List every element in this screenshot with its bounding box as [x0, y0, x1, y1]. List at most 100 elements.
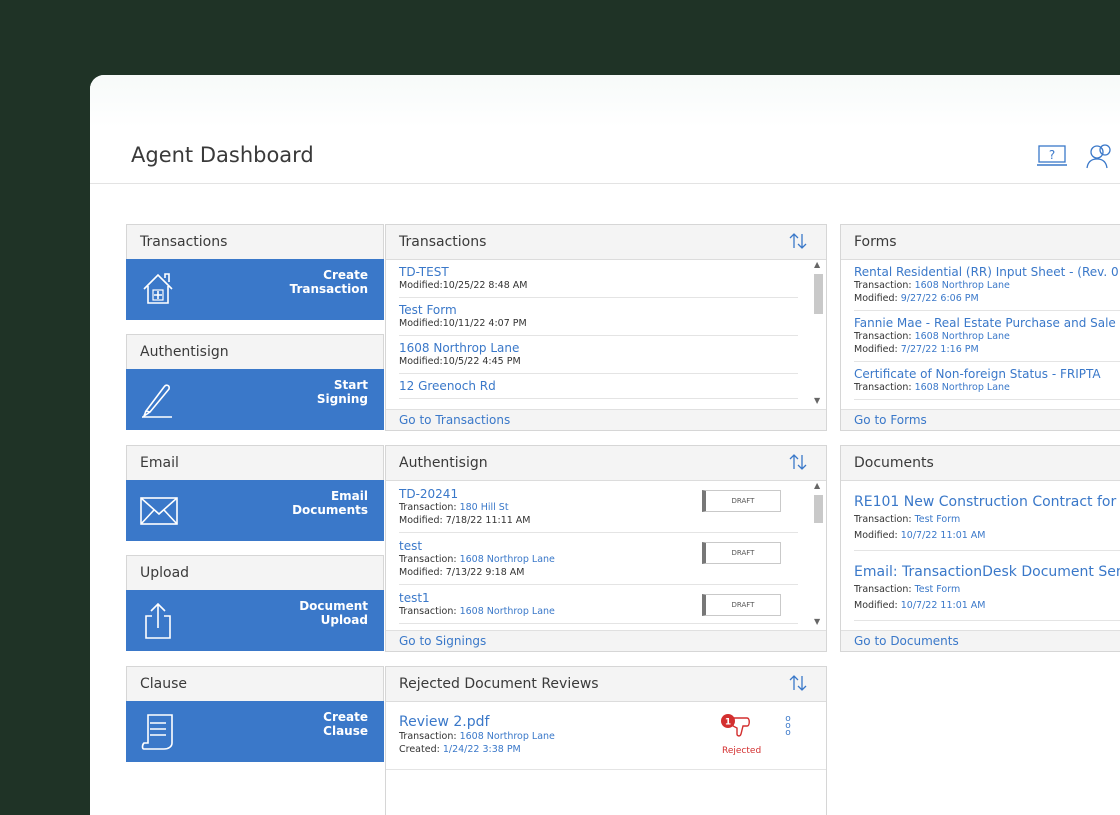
- document-name[interactable]: Email: TransactionDesk Document Sent: [854, 564, 1120, 580]
- action-button-transactions[interactable]: Create Transaction: [126, 259, 384, 320]
- go-to-forms-link[interactable]: Go to Forms: [854, 413, 927, 427]
- signing-item[interactable]: test Transaction: 1608 Northrop Lane Modif…: [399, 533, 798, 585]
- document-transaction: Transaction: Test Form: [854, 514, 961, 525]
- transaction-name[interactable]: 1608 Northrop Lane: [399, 341, 798, 355]
- scrollbar[interactable]: ▲ ▼: [813, 260, 824, 405]
- help-icon[interactable]: ?: [1037, 145, 1067, 167]
- pen-icon: [142, 384, 172, 419]
- transactions-footer: Go to Transactions: [386, 409, 826, 430]
- document-name[interactable]: RE101 New Construction Contract for P: [854, 494, 1120, 510]
- action-box-title: Email: [140, 455, 179, 471]
- top-bar: [90, 75, 1120, 127]
- go-to-documents-link[interactable]: Go to Documents: [854, 634, 959, 648]
- action-box-header: Email: [126, 445, 384, 480]
- form-name[interactable]: Certificate of Non-foreign Status - FRIP…: [854, 367, 1120, 381]
- form-name[interactable]: Fannie Mae - Real Estate Purchase and Sa…: [854, 316, 1120, 330]
- authentisign-card-title: Authentisign: [399, 455, 488, 471]
- rejected-card-title: Rejected Document Reviews: [399, 676, 599, 692]
- document-item[interactable]: Email: TransactionDesk Document Sent Tran…: [854, 551, 1120, 621]
- draft-status-badge: DRAFT: [702, 594, 781, 616]
- transactions-card-title: Transactions: [399, 234, 487, 250]
- transaction-item[interactable]: Test Form Modified:10/11/22 4:07 PM: [399, 298, 798, 336]
- forms-card: Forms Rental Residential (RR) Input Shee…: [840, 224, 1120, 431]
- authentisign-card-header: Authentisign: [386, 446, 826, 481]
- transaction-item[interactable]: TD-TEST Modified:10/25/22 8:48 AM: [399, 260, 798, 298]
- document-modified: Modified: 10/7/22 11:01 AM: [854, 600, 986, 611]
- action-button-label: Create Clause: [323, 710, 368, 738]
- action-button-label: Document Upload: [299, 599, 368, 627]
- transaction-item[interactable]: 12 Greenoch Rd: [399, 374, 798, 399]
- action-button-label: Email Documents: [292, 489, 368, 517]
- documents-card-header: Documents: [841, 446, 1120, 481]
- action-box-title: Transactions: [140, 234, 228, 250]
- transaction-modified: Modified:10/25/22 8:48 AM: [399, 280, 528, 291]
- action-box-header: Transactions: [126, 224, 384, 259]
- authentisign-footer: Go to Signings: [386, 630, 826, 651]
- draft-status-badge: DRAFT: [702, 490, 781, 512]
- more-options-icon[interactable]: o o o: [784, 715, 792, 738]
- envelope-icon: [140, 497, 178, 525]
- form-item[interactable]: Fannie Mae - Real Estate Purchase and Sa…: [854, 311, 1120, 362]
- form-name[interactable]: Rental Residential (RR) Input Sheet - (R…: [854, 265, 1120, 279]
- transaction-modified: Modified:10/11/22 4:07 PM: [399, 318, 527, 329]
- transaction-modified: Modified:10/5/22 4:45 PM: [399, 356, 521, 367]
- house-add-icon: [143, 273, 173, 304]
- form-item[interactable]: Rental Residential (RR) Input Sheet - (R…: [854, 260, 1120, 311]
- action-button-email[interactable]: Email Documents: [126, 480, 384, 541]
- rejected-item[interactable]: Review 2.pdf Transaction: 1608 Northrop L…: [386, 702, 826, 770]
- action-box-header: Upload: [126, 555, 384, 590]
- rejected-reviews-card: Rejected Document Reviews Review 2.pdf Tr…: [385, 666, 827, 815]
- action-box-transactions: Transactions Create Transaction: [126, 224, 384, 320]
- rejected-list: Review 2.pdf Transaction: 1608 Northrop L…: [386, 702, 826, 770]
- form-transaction: Transaction: 1608 Northrop Lane: [854, 382, 1010, 393]
- action-button-authentisign[interactable]: Start Signing: [126, 369, 384, 430]
- signing-item[interactable]: test1 Transaction: 1608 Northrop Lane DRAF…: [399, 585, 798, 624]
- action-button-clause[interactable]: Create Clause: [126, 701, 384, 762]
- action-box-upload: Upload Document Upload: [126, 555, 384, 651]
- transactions-card-header: Transactions: [386, 225, 826, 260]
- action-button-label: Start Signing: [316, 378, 368, 406]
- go-to-signings-link[interactable]: Go to Signings: [399, 634, 486, 648]
- transaction-item[interactable]: 1608 Northrop Lane Modified:10/5/22 4:45 …: [399, 336, 798, 374]
- svg-text:1: 1: [725, 718, 731, 728]
- documents-card: Documents RE101 New Construction Contrac…: [840, 445, 1120, 652]
- signing-item[interactable]: TD-20241 Transaction: 180 Hill St Modified…: [399, 481, 798, 533]
- thumbs-down-icon: 1: [721, 714, 750, 737]
- scrollbar[interactable]: ▲ ▼: [813, 481, 824, 626]
- action-box-title: Clause: [140, 676, 188, 692]
- transactions-list: ▲ ▼ TD-TEST Modified:10/25/22 8:48 AM Test …: [386, 260, 826, 405]
- page-title: Agent Dashboard: [131, 143, 314, 167]
- forms-footer: Go to Forms: [841, 409, 1120, 430]
- action-box-authentisign: Authentisign Start Signing: [126, 334, 384, 430]
- sort-icon[interactable]: [788, 231, 808, 251]
- action-box-clause: Clause Create Clause: [126, 666, 384, 762]
- form-modified: Modified: 7/27/22 1:16 PM: [854, 344, 979, 355]
- signing-modified: Modified: 7/18/22 11:11 AM: [399, 515, 531, 526]
- document-item[interactable]: RE101 New Construction Contract for P Tra…: [854, 481, 1120, 551]
- form-modified: Modified: 9/27/22 6:06 PM: [854, 293, 979, 304]
- upload-icon: [145, 602, 171, 639]
- forms-card-header: Forms: [841, 225, 1120, 260]
- svg-text:?: ?: [1049, 148, 1055, 162]
- transaction-name[interactable]: TD-TEST: [399, 265, 798, 279]
- form-transaction: Transaction: 1608 Northrop Lane: [854, 331, 1010, 342]
- authentisign-list: ▲ ▼ TD-20241 Transaction: 180 Hill St Modif…: [386, 481, 826, 626]
- users-icon[interactable]: [1086, 143, 1114, 169]
- transaction-name[interactable]: Test Form: [399, 303, 798, 317]
- form-item[interactable]: Certificate of Non-foreign Status - FRIP…: [854, 362, 1120, 400]
- sort-icon[interactable]: [788, 673, 808, 693]
- rejected-card-header: Rejected Document Reviews: [386, 667, 826, 702]
- forms-card-title: Forms: [854, 234, 897, 250]
- document-modified: Modified: 10/7/22 11:01 AM: [854, 530, 986, 541]
- go-to-transactions-link[interactable]: Go to Transactions: [399, 413, 510, 427]
- rejected-status: Rejected: [722, 746, 762, 756]
- action-button-upload[interactable]: Document Upload: [126, 590, 384, 651]
- draft-status-badge: DRAFT: [702, 542, 781, 564]
- documents-card-title: Documents: [854, 455, 934, 471]
- dashboard-window: Agent Dashboard ? Transactions Create Tra…: [90, 75, 1120, 815]
- action-box-email: Email Email Documents: [126, 445, 384, 541]
- action-box-header: Clause: [126, 666, 384, 701]
- transaction-name[interactable]: 12 Greenoch Rd: [399, 379, 798, 393]
- sort-icon[interactable]: [788, 452, 808, 472]
- action-box-header: Authentisign: [126, 334, 384, 369]
